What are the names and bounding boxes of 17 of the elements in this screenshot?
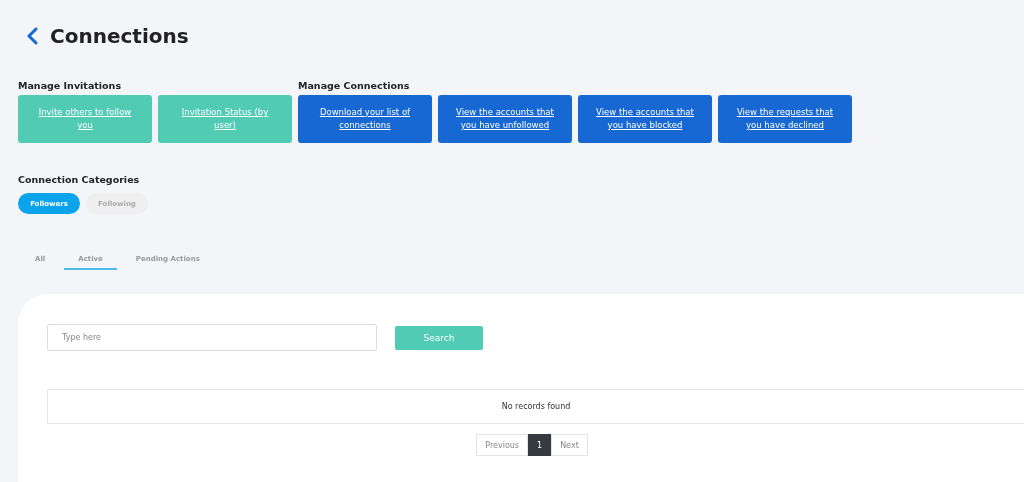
section-heading: Connection Categories	[18, 174, 141, 186]
page-title: Connections	[50, 24, 189, 48]
action-button[interactable]: View the accounts that you have unfollowed	[438, 95, 572, 143]
action-button[interactable]: Download your list of connections	[298, 95, 432, 143]
action-button[interactable]: Invitation Status (by user)	[158, 95, 292, 143]
section-heading: Manage Connections	[298, 80, 411, 92]
next-button[interactable]: Next	[551, 434, 588, 456]
action-button[interactable]: Invite others to follow you	[18, 95, 152, 143]
action-button[interactable]: View the requests that you have declined	[718, 95, 852, 143]
empty-message: No records found	[47, 389, 1024, 424]
search-field[interactable]: Type here	[47, 324, 377, 351]
section-heading: Manage Invitations	[18, 80, 123, 92]
back-icon[interactable]	[26, 27, 38, 45]
action-button[interactable]: View the accounts that you have blocked	[578, 95, 712, 143]
search-button[interactable]: Search	[395, 325, 483, 350]
page-button[interactable]: 1	[528, 434, 552, 456]
previous-button[interactable]: Previous	[476, 434, 529, 456]
